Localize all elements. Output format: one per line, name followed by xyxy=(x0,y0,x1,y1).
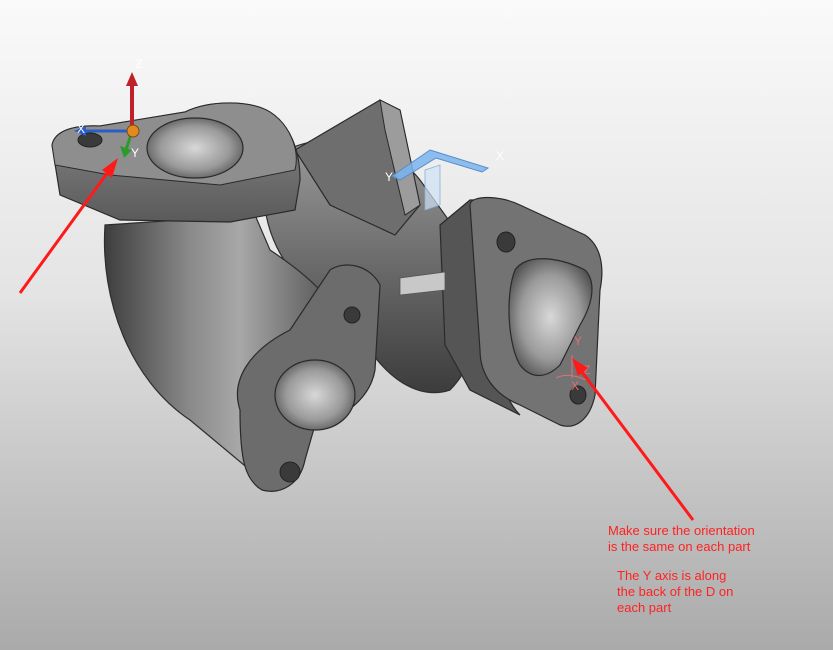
small-triad-x-label: X xyxy=(571,379,579,393)
z-axis-arrowhead xyxy=(126,72,138,86)
annotation-note-y-axis-line-1: The Y axis is along xyxy=(617,568,727,583)
z-axis-label: Z xyxy=(135,57,142,71)
triad-origin-handle[interactable] xyxy=(126,124,140,138)
y-axis-label: Y xyxy=(131,146,139,160)
top-left-flange-bore xyxy=(146,117,244,179)
front-left-flange-bore xyxy=(274,359,356,431)
annotation-note-y-axis: The Y axis is along the back of the D on… xyxy=(617,568,797,616)
annotation-note-orientation-line-2: is the same on each part xyxy=(608,539,751,554)
annotation-note-orientation: Make sure the orientation is the same on… xyxy=(608,523,808,555)
front-left-bolt-hole-2 xyxy=(343,306,361,324)
annotation-note-orientation-line-1: Make sure the orientation xyxy=(608,523,755,538)
small-triad-y-label: Y xyxy=(574,334,582,348)
3d-viewport[interactable]: Z X Y X Y Y Z X Make sure the orientatio… xyxy=(0,0,833,650)
x-axis-label: X xyxy=(77,122,85,136)
annotation-note-y-axis-line-3: each part xyxy=(617,600,672,615)
top-triad-stem xyxy=(424,164,441,211)
annotation-arrow-right-line xyxy=(580,371,695,521)
top-triad-y-label: Y xyxy=(385,170,393,184)
top-triad-x-label: X xyxy=(496,149,504,163)
annotation-note-y-axis-line-2: the back of the D on xyxy=(617,584,734,599)
front-left-bolt-hole xyxy=(279,461,301,483)
right-d-bolt-hole-top xyxy=(496,231,516,253)
